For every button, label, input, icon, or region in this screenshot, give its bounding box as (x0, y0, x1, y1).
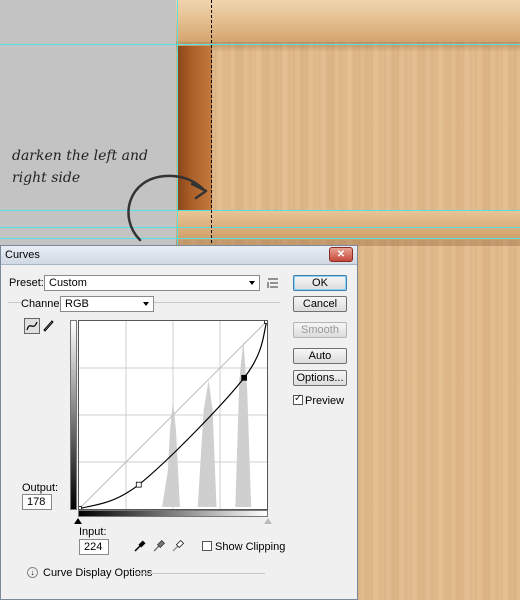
chevron-down-icon (249, 281, 255, 285)
white-point-slider[interactable] (264, 518, 272, 524)
white-eyedropper-icon[interactable] (171, 539, 185, 553)
guide-line (0, 44, 520, 45)
guide-line (0, 210, 520, 211)
cancel-button[interactable]: Cancel (293, 296, 347, 312)
pencil-tool[interactable] (41, 318, 57, 334)
black-point-slider[interactable] (74, 518, 82, 524)
close-icon: ✕ (336, 249, 346, 260)
close-button[interactable]: ✕ (329, 247, 353, 262)
channel-select[interactable]: RGB (60, 296, 154, 312)
show-clipping-checkbox[interactable] (202, 541, 212, 551)
histogram (162, 340, 252, 508)
curve-point-tool[interactable] (24, 318, 40, 334)
chevron-down-icon (143, 302, 149, 306)
curved-arrow-icon (127, 174, 208, 242)
smooth-button[interactable]: Smooth (293, 322, 347, 338)
wood-top-bar (176, 0, 520, 42)
ok-button[interactable]: OK (293, 275, 347, 291)
curve-control-point[interactable] (135, 481, 142, 488)
black-eyedropper-icon[interactable] (133, 539, 147, 553)
preview-checkbox[interactable] (293, 393, 303, 405)
dialog-titlebar[interactable]: Curves ✕ (1, 246, 357, 265)
channel-value: RGB (65, 298, 89, 310)
curve-control-point[interactable] (264, 320, 268, 324)
preview-label: Preview (305, 395, 345, 407)
preset-value: Custom (49, 277, 87, 289)
output-field[interactable]: 178 (22, 494, 52, 510)
preset-options-icon[interactable] (266, 276, 280, 290)
dialog-title: Curves (5, 249, 40, 261)
options-button[interactable]: Options... (293, 370, 347, 386)
curve-graph[interactable] (78, 320, 268, 510)
curve-tool-icon (26, 321, 38, 331)
show-clipping-label: Show Clipping (215, 541, 286, 553)
group-divider (135, 573, 265, 574)
expand-chevron-icon[interactable]: ↓ (27, 567, 38, 578)
guide-line (0, 227, 520, 228)
output-gradient-bar (70, 320, 77, 510)
preset-select[interactable]: Custom (44, 275, 260, 291)
input-gradient-bar (78, 510, 268, 517)
input-label: Input: (79, 526, 107, 538)
output-label: Output: (22, 482, 59, 494)
guide-line (0, 238, 520, 239)
wood-shelf (176, 210, 520, 240)
auto-button[interactable]: Auto (293, 348, 347, 364)
pencil-icon (43, 320, 54, 332)
curve-control-point[interactable] (241, 374, 248, 381)
preset-label: Preset: (9, 277, 44, 289)
input-field[interactable]: 224 (79, 539, 109, 555)
gray-eyedropper-icon[interactable] (152, 539, 166, 553)
